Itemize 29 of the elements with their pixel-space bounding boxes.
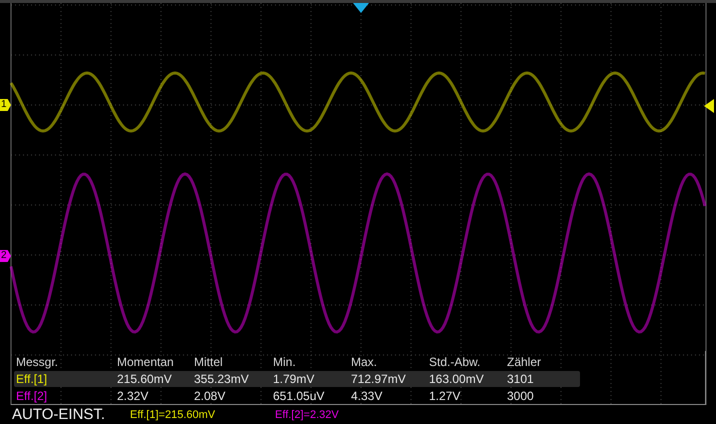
mode-label: AUTO-EINST.: [12, 406, 106, 423]
column-header: Max.: [350, 355, 378, 370]
table-cell-text: 651.05uV: [272, 388, 326, 403]
table-cell-text: 1.79mV: [272, 372, 316, 386]
table-cell-text: 215.60mV: [116, 372, 173, 386]
table-cell-text: 4.33V: [350, 388, 384, 403]
table-cell-text: 2.32V: [116, 388, 150, 403]
measurement-row[interactable]: Eff.[1] 215.60mV 355.23mV 1.79mV 712.97mV 163.00mV 3101: [14, 370, 580, 388]
channel-marker[interactable]: 2: [0, 250, 11, 262]
table-cell-text: 355.23mV: [193, 372, 250, 386]
column-header: Zähler: [506, 355, 542, 370]
column-header: Momentan: [116, 355, 175, 370]
channel-marker[interactable]: 1: [0, 99, 11, 111]
measurement-row[interactable]: Eff.[2] 2.32V 2.08V 651.05uV 4.33V 1.27V 3000: [14, 387, 580, 404]
table-cell-text: 163.00mV: [428, 372, 485, 386]
table-cell-text: 3000: [506, 388, 535, 403]
column-header: Min.: [272, 355, 297, 370]
measurement-readout: Eff.[1]=215.60mV: [130, 408, 216, 420]
column-header: Mittel: [193, 355, 224, 370]
column-header: Messgr.: [15, 355, 60, 370]
table-cell-text: 2.08V: [193, 388, 226, 403]
table-cell-text: Eff.[1]: [15, 372, 48, 386]
measurement-readout: Eff.[2]=2.32V: [275, 408, 340, 420]
table-cell-text: Eff.[2]: [15, 388, 48, 403]
table-cell-text: 3101: [506, 372, 535, 386]
trigger-level-icon: [704, 99, 714, 113]
table-cell-text: 712.97mV: [350, 372, 407, 386]
column-header: Std.-Abw.: [428, 355, 482, 370]
table-cell-text: 1.27V: [428, 388, 462, 403]
